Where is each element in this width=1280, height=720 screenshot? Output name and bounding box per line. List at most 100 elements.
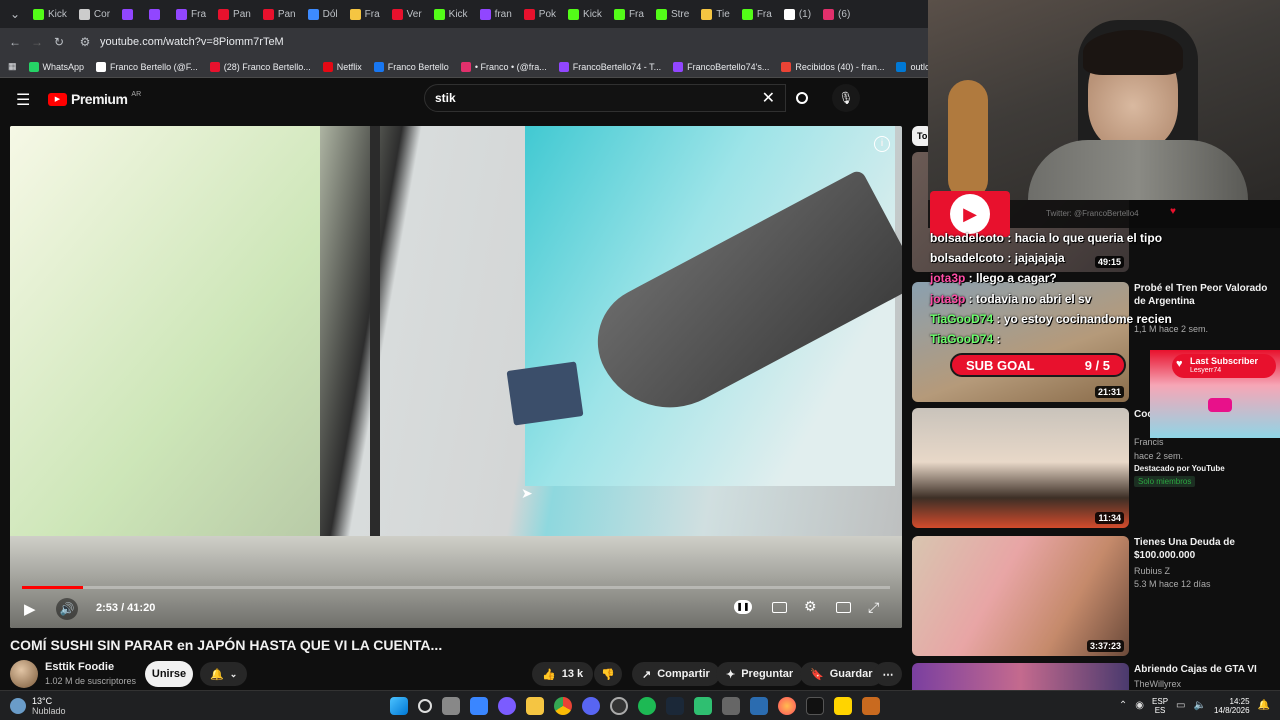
notification-bell-icon[interactable]: 🔔 bbox=[1258, 700, 1270, 711]
app-icon-purple[interactable] bbox=[498, 696, 516, 715]
speaker-icon[interactable]: 🔈 bbox=[1194, 700, 1206, 711]
site-info-icon[interactable]: ⚙ bbox=[74, 35, 96, 49]
firefox-icon[interactable] bbox=[778, 696, 796, 715]
rec-channel-4[interactable]: TheWillyrex bbox=[1134, 679, 1181, 689]
bookmark-item[interactable]: • Franco • (@fra... bbox=[460, 61, 547, 72]
browser-tab[interactable]: Fra bbox=[345, 3, 385, 25]
browser-tab[interactable]: Pan bbox=[213, 3, 256, 25]
browser-tab[interactable]: (6) bbox=[818, 3, 855, 25]
browser-tab[interactable]: Fra bbox=[737, 3, 777, 25]
wifi-icon[interactable]: ▭ bbox=[1176, 700, 1185, 711]
channel-name[interactable]: Esttik Foodie bbox=[45, 661, 114, 673]
rec-title-4[interactable]: Abriendo Cajas de GTA VI bbox=[1134, 663, 1280, 676]
video-frame-floor bbox=[10, 536, 902, 628]
progress-bar[interactable] bbox=[22, 586, 890, 589]
clock-date[interactable]: 14/8/2026 bbox=[1214, 706, 1250, 715]
weather-widget[interactable]: 13°C Nublado bbox=[10, 696, 370, 716]
search-icon-taskbar[interactable] bbox=[418, 698, 432, 713]
autoplay-toggle[interactable]: ❚❚ bbox=[734, 600, 752, 614]
browser-tab[interactable]: Kick bbox=[28, 3, 72, 25]
rec-thumb-3[interactable]: 3:37:23 bbox=[912, 536, 1129, 656]
browser-tab[interactable]: Fra bbox=[609, 3, 649, 25]
lang-region[interactable]: ES bbox=[1152, 706, 1168, 715]
bookmark-item[interactable]: FrancoBertello74 - T... bbox=[558, 61, 661, 72]
like-button[interactable]: 👍 13 k bbox=[532, 662, 594, 686]
join-button[interactable]: Unirse bbox=[145, 661, 193, 687]
browser-tab[interactable]: Dól bbox=[303, 3, 343, 25]
lang-code[interactable]: ESP bbox=[1152, 697, 1168, 706]
url-text[interactable]: youtube.com/watch?v=8Piomm7rTeM bbox=[100, 36, 284, 48]
browser-tab[interactable]: Kick bbox=[429, 3, 473, 25]
search-box[interactable]: stik ✕ bbox=[424, 84, 786, 112]
browser-tab[interactable]: (1) bbox=[779, 3, 816, 25]
channel-avatar[interactable] bbox=[10, 660, 38, 688]
browser-tab[interactable]: Stre bbox=[651, 3, 694, 25]
share-button[interactable]: ↗ Compartir bbox=[632, 662, 720, 686]
discord-icon[interactable] bbox=[582, 696, 600, 715]
file-explorer-icon[interactable] bbox=[526, 696, 544, 715]
browser-tab[interactable]: Pok bbox=[519, 3, 561, 25]
tab-search-icon[interactable]: ⌄ bbox=[4, 7, 26, 21]
fullscreen-icon[interactable]: ⤢ bbox=[868, 599, 879, 616]
browser-tab[interactable]: Tie bbox=[696, 3, 735, 25]
browser-tab[interactable]: fran bbox=[475, 3, 517, 25]
bookmark-item[interactable]: Netflix bbox=[322, 61, 362, 72]
search-button[interactable] bbox=[786, 84, 818, 112]
browser-tab[interactable]: Kick bbox=[563, 3, 607, 25]
rec-channel-2[interactable]: Francis bbox=[1134, 437, 1164, 447]
dislike-button[interactable]: 👎 bbox=[594, 662, 622, 686]
info-icon[interactable]: i bbox=[874, 136, 890, 152]
rec-title-1[interactable]: Probé el Tren Peor Valorado de Argentina bbox=[1134, 282, 1274, 308]
app-icon-blue[interactable] bbox=[750, 696, 768, 715]
apps-icon[interactable]: ▦ bbox=[8, 61, 17, 72]
reload-icon[interactable]: ↻ bbox=[48, 35, 70, 49]
bookmark-item[interactable]: Franco Bertello bbox=[373, 61, 449, 72]
app-icon-gray[interactable] bbox=[722, 696, 740, 715]
video-player[interactable]: i ➤ ▶ 🔊 2:53 / 41:20 ❚❚ ⚙ ⤢ bbox=[10, 126, 902, 628]
settings-icon[interactable]: ⚙ bbox=[804, 598, 817, 615]
tray-chevron-icon[interactable]: ⌃ bbox=[1119, 700, 1127, 711]
forward-icon[interactable]: → bbox=[26, 35, 48, 49]
app-icon-orange[interactable] bbox=[862, 696, 880, 715]
clear-search-icon[interactable]: ✕ bbox=[762, 88, 775, 108]
app-icon-green[interactable] bbox=[694, 696, 712, 715]
clock-time[interactable]: 14:25 bbox=[1214, 697, 1250, 706]
notifications-button[interactable]: 🔔 ⌄ bbox=[200, 662, 248, 686]
ask-button[interactable]: ✦ Preguntar bbox=[716, 662, 804, 686]
bookmark-item[interactable]: (28) Franco Bertello... bbox=[209, 61, 311, 72]
browser-tab[interactable]: Fra bbox=[171, 3, 211, 25]
search-input[interactable]: stik bbox=[435, 91, 456, 105]
steam-icon[interactable] bbox=[666, 696, 684, 715]
theater-mode-icon[interactable] bbox=[836, 602, 851, 613]
browser-tab[interactable]: Pan bbox=[258, 3, 301, 25]
browser-tab[interactable] bbox=[117, 3, 142, 25]
menu-icon[interactable]: ☰ bbox=[16, 90, 30, 110]
notes-icon[interactable] bbox=[834, 696, 852, 715]
rec-channel-3[interactable]: Rubius Z bbox=[1134, 566, 1170, 576]
bookmark-item[interactable]: Franco Bertello (@F... bbox=[96, 61, 198, 72]
subtitles-icon[interactable] bbox=[772, 602, 787, 613]
bookmark-item[interactable]: WhatsApp bbox=[28, 61, 84, 72]
task-view-icon[interactable] bbox=[442, 696, 460, 715]
bookmark-item[interactable]: FrancoBertello74's... bbox=[673, 61, 769, 72]
play-button[interactable]: ▶ bbox=[24, 600, 36, 618]
spotify-icon[interactable] bbox=[638, 696, 656, 715]
store-icon[interactable] bbox=[470, 696, 488, 715]
more-actions-button[interactable]: ⋯ bbox=[874, 662, 902, 686]
obs-icon[interactable] bbox=[610, 696, 628, 715]
browser-tab[interactable] bbox=[144, 3, 169, 25]
browser-tab[interactable]: Ver bbox=[387, 3, 427, 25]
voice-search-button[interactable]: 🎙 bbox=[832, 84, 860, 112]
network-icon[interactable]: ◉ bbox=[1135, 700, 1144, 711]
browser-tab[interactable]: Cor bbox=[74, 3, 115, 25]
rec-thumb-2[interactable]: 11:34 bbox=[912, 408, 1129, 528]
volume-button[interactable]: 🔊 bbox=[56, 598, 78, 620]
terminal-icon[interactable] bbox=[806, 696, 824, 715]
chrome-icon[interactable] bbox=[554, 696, 572, 715]
youtube-logo[interactable]: ▶ Premium AR bbox=[48, 91, 141, 107]
bookmark-item[interactable]: Recibidos (40) - fran... bbox=[781, 61, 884, 72]
start-icon[interactable] bbox=[390, 696, 408, 715]
save-button[interactable]: 🔖 Guardar bbox=[800, 662, 883, 686]
back-icon[interactable]: ← bbox=[4, 35, 26, 49]
rec-title-3[interactable]: Tienes Una Deuda de $100.000.000 bbox=[1134, 536, 1274, 562]
